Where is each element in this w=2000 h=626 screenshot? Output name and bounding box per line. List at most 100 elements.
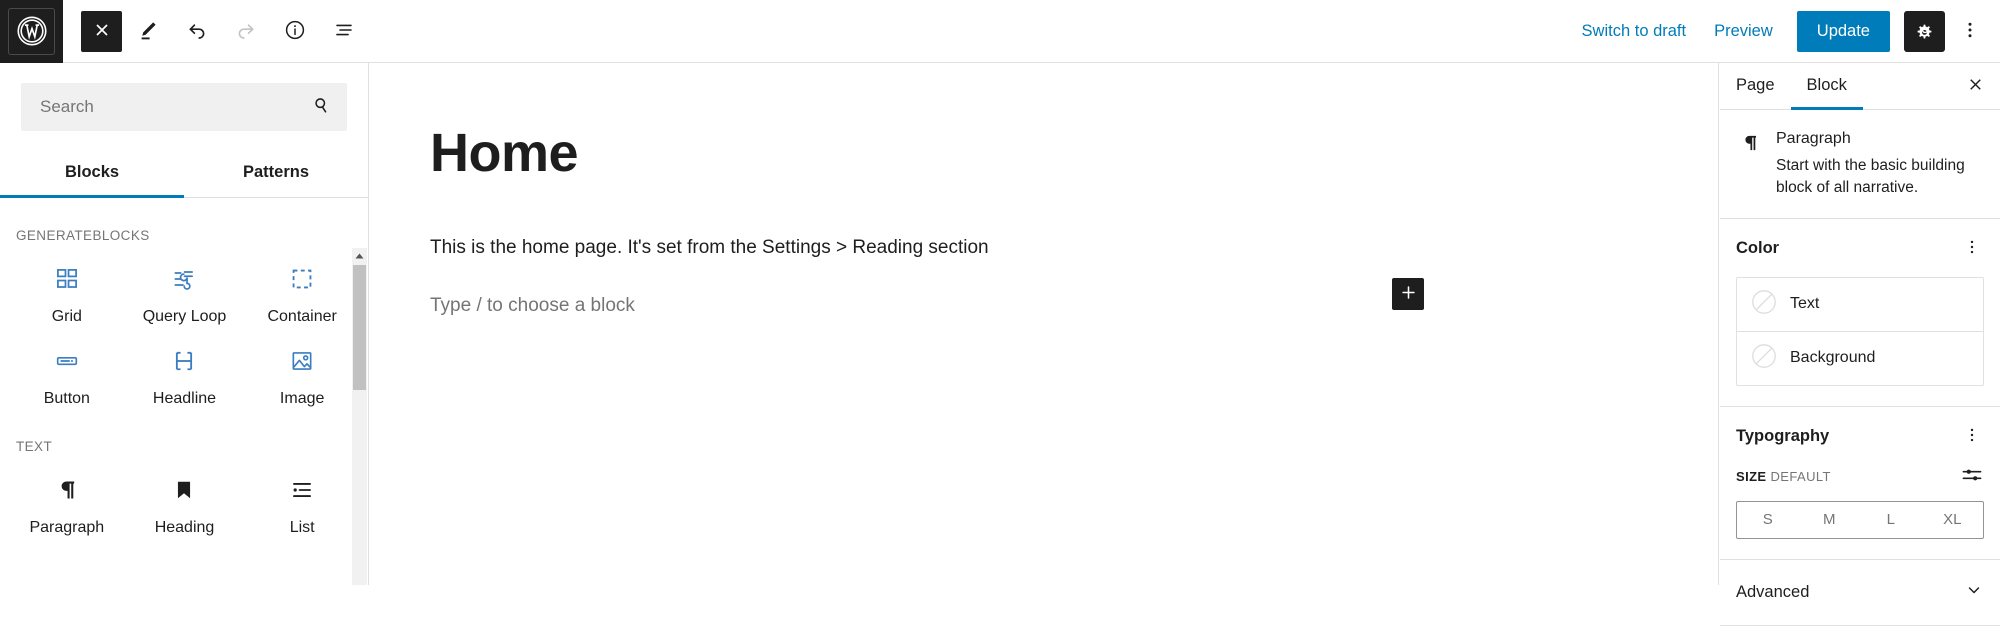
sliders-settings-icon [1961,464,1983,489]
font-size-m[interactable]: M [1799,502,1861,538]
heading-bookmark-icon [170,476,198,504]
add-block-button[interactable] [1392,278,1424,310]
no-color-circle-icon [1751,343,1777,374]
search-magnifier-icon[interactable] [310,94,332,121]
color-panel: Color Text Background [1720,219,2000,407]
block-grid-generateblocks: Grid Query Loop Container Button Headlin… [0,243,368,407]
font-size-label: SIZE DEFAULT [1736,469,1831,484]
grid-blocks-icon [53,265,81,293]
tab-patterns[interactable]: Patterns [184,149,368,198]
block-item-label: Container [267,308,337,325]
update-button[interactable]: Update [1796,11,1890,52]
color-panel-options-button[interactable] [1960,237,1984,261]
edit-mode-button[interactable] [124,8,171,55]
undo-arrow-icon [185,18,209,45]
redo-button[interactable] [222,8,269,55]
empty-block-placeholder[interactable]: Type / to choose a block [430,292,635,321]
block-item-container[interactable]: Container [243,243,361,325]
block-item-list[interactable]: List [243,454,361,536]
typography-panel-title: Typography [1736,427,1830,446]
block-item-label: List [289,519,315,536]
color-row-background[interactable]: Background [1737,330,1983,385]
undo-button[interactable] [173,8,220,55]
typography-panel: Typography SIZE DEFAULT S M L XL [1720,407,2000,560]
block-grid-text: Paragraph Heading List [0,454,368,536]
tab-blocks[interactable]: Blocks [0,149,184,198]
block-item-label: Headline [152,390,217,407]
block-item-heading[interactable]: Heading [126,454,244,536]
block-item-grid[interactable]: Grid [8,243,126,325]
wordpress-logo-button[interactable] [0,0,63,63]
advanced-panel-toggle[interactable]: Advanced [1720,560,2000,626]
search-input[interactable] [38,96,310,118]
publish-actions-group: Switch to draft Preview Update [1568,0,2000,63]
block-inserter-panel: Blocks Patterns GENERATEBLOCKS Grid [0,63,369,585]
wordpress-logo-icon [8,8,55,55]
tab-page[interactable]: Page [1720,63,1791,110]
switch-to-draft-button[interactable]: Switch to draft [1568,14,1701,49]
settings-toggle-button[interactable] [1904,11,1945,52]
block-item-button[interactable]: Button [8,325,126,407]
settings-tabs: Page Block [1720,63,2000,110]
advanced-panel-title: Advanced [1736,582,1810,601]
button-pill-icon [53,347,81,375]
block-card-text: Paragraph Start with the basic building … [1776,130,1984,200]
block-search-area [0,63,368,131]
list-view-button[interactable] [320,8,367,55]
page-title[interactable]: Home [430,126,579,180]
editor-tools-group [63,8,369,55]
no-color-circle-icon [1751,289,1777,320]
font-size-l[interactable]: L [1860,502,1922,538]
block-item-query-loop[interactable]: Query Loop [126,243,244,325]
editor-canvas: Home This is the home page. It's set fro… [370,63,1719,585]
pilcrow-paragraph-icon [1738,130,1762,200]
block-item-label: Paragraph [29,519,105,536]
pencil-icon [136,18,160,45]
selected-block-card: Paragraph Start with the basic building … [1720,110,2000,219]
font-size-xl[interactable]: XL [1922,502,1984,538]
custom-font-size-button[interactable] [1960,465,1984,489]
info-circle-icon [283,18,307,45]
size-value: DEFAULT [1770,469,1831,485]
search-box[interactable] [21,83,347,131]
paragraph-block[interactable]: This is the home page. It's set from the… [430,234,989,263]
gear-icon [1914,20,1935,43]
three-dots-vertical-icon [1963,238,1981,259]
block-item-image[interactable]: Image [243,325,361,407]
block-item-label: Button [43,390,90,407]
color-panel-header: Color [1736,237,1984,261]
block-item-label: Grid [51,308,82,325]
block-card-title: Paragraph [1776,130,1851,147]
preview-button[interactable]: Preview [1700,14,1787,49]
headline-h-icon [170,347,198,375]
block-category-list: GENERATEBLOCKS Grid Query Loop Container… [0,206,368,585]
inserter-scrollbar[interactable] [352,248,367,585]
block-item-headline[interactable]: Headline [126,325,244,407]
image-picture-icon [288,347,316,375]
query-loop-icon [170,265,198,293]
block-item-paragraph[interactable]: Paragraph [8,454,126,536]
more-options-button[interactable] [1949,8,1990,55]
color-row-text[interactable]: Text [1737,278,1983,331]
font-size-s[interactable]: S [1737,502,1799,538]
color-row-label: Background [1790,349,1876,367]
color-row-label: Text [1790,295,1820,313]
block-item-label: Image [279,390,325,407]
category-label-text: TEXT [16,439,53,454]
font-size-header: SIZE DEFAULT [1736,465,1984,489]
chevron-down-icon [1964,580,1984,605]
tab-block[interactable]: Block [1790,63,1863,110]
redo-arrow-icon [234,18,258,45]
block-settings-sidebar: Page Block Paragraph Start with the basi… [1720,63,2000,626]
details-button[interactable] [271,8,318,55]
pilcrow-paragraph-icon [53,476,81,504]
bullet-list-icon [288,476,316,504]
close-editor-button[interactable] [81,10,122,52]
size-key: SIZE [1736,469,1767,485]
close-sidebar-button[interactable] [1958,69,1992,103]
block-item-label: Query Loop [142,308,227,325]
typography-panel-options-button[interactable] [1960,425,1984,449]
scrollbar-up-arrow-icon[interactable] [352,248,367,263]
block-card-description: Start with the basic building block of a… [1776,157,1965,197]
scrollbar-thumb[interactable] [353,265,366,390]
